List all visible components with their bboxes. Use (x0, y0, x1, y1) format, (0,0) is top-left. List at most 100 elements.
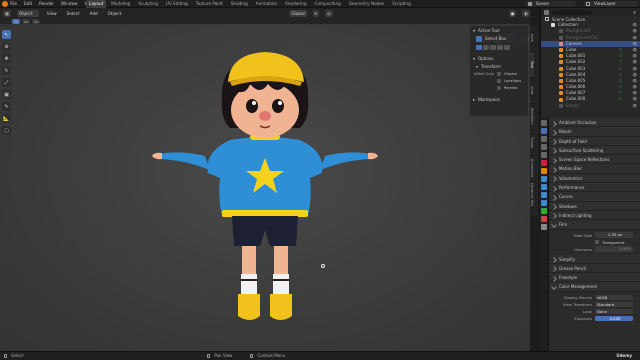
add-cube-tool-icon[interactable]: ▢ (2, 126, 11, 135)
physics-props-icon[interactable] (541, 192, 547, 198)
menu-file[interactable]: File (10, 0, 17, 8)
mode-invert-icon[interactable] (497, 44, 503, 50)
proportional-edit-icon[interactable]: ◎ (325, 9, 333, 17)
properties-section-header[interactable]: Color Management (549, 282, 640, 292)
annotate-tool-icon[interactable]: ✎ (2, 102, 11, 111)
workspace-header[interactable]: ▸ Workspace (470, 95, 528, 103)
properties-section-header[interactable]: Indirect Lighting (549, 210, 640, 221)
tab-compositing[interactable]: Compositing (312, 0, 344, 8)
menu-select[interactable]: Select (65, 10, 82, 17)
active-tool-row[interactable]: Select Box (470, 34, 528, 43)
origins-checkbox[interactable] (497, 71, 501, 76)
mode-subtract-icon[interactable] (490, 44, 496, 50)
mode-extend-icon[interactable] (483, 44, 489, 50)
texture-props-icon[interactable] (541, 224, 547, 230)
measure-tool-icon[interactable]: 📐 (2, 114, 11, 123)
tab-animation[interactable]: Animation (253, 0, 280, 8)
data-props-icon[interactable] (541, 208, 547, 214)
select-mode-icon[interactable]: ▭ (12, 18, 20, 24)
properties-section-header[interactable]: Motion Blur (549, 164, 640, 174)
scene-props-icon[interactable] (541, 152, 547, 158)
select-extend-icon[interactable]: ▭ (21, 18, 30, 24)
properties-section-header[interactable]: Performance (549, 183, 640, 193)
properties-section-header[interactable]: Volumetrics (549, 173, 640, 184)
material-props-icon[interactable] (541, 216, 547, 222)
tab-rendering[interactable]: Rendering (282, 0, 309, 8)
properties-section-header[interactable]: Subsurface Scattering (549, 145, 640, 156)
tab-uv-editing[interactable]: UV Editing (163, 0, 191, 8)
filter-size-field[interactable]: 1.50 px (595, 232, 633, 238)
transform-orientation-dropdown[interactable]: Global (289, 9, 307, 17)
tab-dynamic-sky[interactable]: Dynamic Sky (530, 182, 534, 208)
properties-section-header[interactable]: Grease Pencil (549, 263, 640, 274)
menu-edit[interactable]: Edit (24, 0, 32, 8)
tool-props-icon[interactable] (541, 120, 547, 126)
3d-viewport[interactable] (0, 8, 530, 351)
menu-render[interactable]: Render (39, 0, 54, 8)
tab-texture-paint[interactable]: Texture Paint (193, 0, 226, 8)
tab-layout[interactable]: Layout (86, 0, 107, 8)
properties-section-header[interactable]: Bloom (549, 127, 640, 137)
tab-sculpting[interactable]: Sculpting (135, 0, 161, 8)
filter-icon[interactable]: ⚲ (633, 10, 636, 15)
menu-view[interactable]: View (45, 10, 59, 17)
viewport-shading-solid-icon[interactable]: ● (508, 9, 517, 17)
cursor-tool-icon[interactable]: ⊕ (2, 42, 11, 51)
world-props-icon[interactable] (541, 160, 547, 166)
snap-icon[interactable]: ⌖ (312, 9, 320, 17)
character-model[interactable] (150, 48, 380, 338)
outliner-row[interactable]: Empty 👁 (541, 103, 640, 109)
tab-shading[interactable]: Shading (228, 0, 251, 8)
constraints-props-icon[interactable] (541, 200, 547, 206)
properties-section-header[interactable]: Freestyle (549, 273, 640, 283)
tab-animation[interactable]: Animation (530, 156, 534, 182)
properties-section-header[interactable]: Shadows (549, 201, 640, 211)
tab-modeling[interactable]: Modeling (108, 0, 133, 8)
visibility-icon[interactable]: 👁 (632, 103, 637, 109)
properties-section-header[interactable]: Curves (549, 192, 640, 202)
select-subtract-icon[interactable]: ▭ (31, 18, 40, 24)
modifier-props-icon[interactable] (541, 176, 547, 182)
locations-checkbox[interactable] (497, 78, 501, 83)
tab-geometry-nodes[interactable]: Geometry Nodes (346, 0, 387, 8)
object-props-icon[interactable] (541, 168, 547, 174)
blender-logo-icon[interactable] (2, 1, 8, 7)
menu-object[interactable]: Object (106, 10, 124, 17)
select-tool-icon[interactable]: ↖ (2, 30, 11, 39)
properties-section-header[interactable]: Ambient Occlusion (549, 118, 640, 128)
transparent-checkbox[interactable] (595, 240, 599, 245)
cm-value-field[interactable]: None (595, 308, 633, 314)
tab-scripting[interactable]: Scripting (389, 0, 414, 8)
menu-window[interactable]: Window (61, 0, 78, 8)
particles-props-icon[interactable] (541, 184, 547, 190)
properties-section-header[interactable]: Simplify (549, 254, 640, 264)
parents-checkbox[interactable] (497, 85, 501, 90)
mode-set-icon[interactable] (476, 44, 482, 50)
output-props-icon[interactable] (541, 136, 547, 142)
active-tool-header[interactable]: ▾ Active Tool (470, 26, 528, 34)
transform-tool-icon[interactable]: ▣ (2, 90, 11, 99)
tab-tool[interactable]: Tool (530, 52, 534, 78)
transform-header[interactable]: ▾ Transform (470, 62, 528, 70)
rotate-tool-icon[interactable]: ↻ (2, 66, 11, 75)
render-props-icon[interactable] (541, 128, 547, 134)
object-mode-dropdown[interactable]: Object Mode (16, 9, 39, 23)
cm-value-field[interactable]: Standard (595, 301, 633, 307)
cm-value-field[interactable]: 0.000 (595, 315, 633, 321)
menu-add[interactable]: Add (88, 10, 100, 17)
properties-section-header[interactable]: Depth of Field (549, 136, 640, 146)
properties-section-header[interactable]: Film (549, 220, 640, 230)
mode-intersect-icon[interactable] (504, 44, 510, 50)
viewport-shading-material-icon[interactable]: ◐ (522, 9, 530, 17)
scene-selector[interactable]: Scene (526, 1, 576, 7)
cm-value-field[interactable]: sRGB (595, 294, 633, 300)
move-tool-icon[interactable]: ✥ (2, 54, 11, 63)
scale-tool-icon[interactable]: ⤢ (2, 78, 11, 87)
editor-type-button[interactable]: ▦ (3, 9, 11, 17)
tab-view[interactable]: View (530, 78, 534, 104)
properties-section-header[interactable]: Screen Space Reflections (549, 155, 640, 165)
tab-tissue[interactable]: Tissue (530, 130, 534, 156)
view-layer-selector[interactable]: ViewLayer (584, 1, 638, 7)
outliner-editor-icon[interactable] (544, 9, 549, 15)
overscan-field[interactable]: 3.00% (595, 246, 633, 252)
